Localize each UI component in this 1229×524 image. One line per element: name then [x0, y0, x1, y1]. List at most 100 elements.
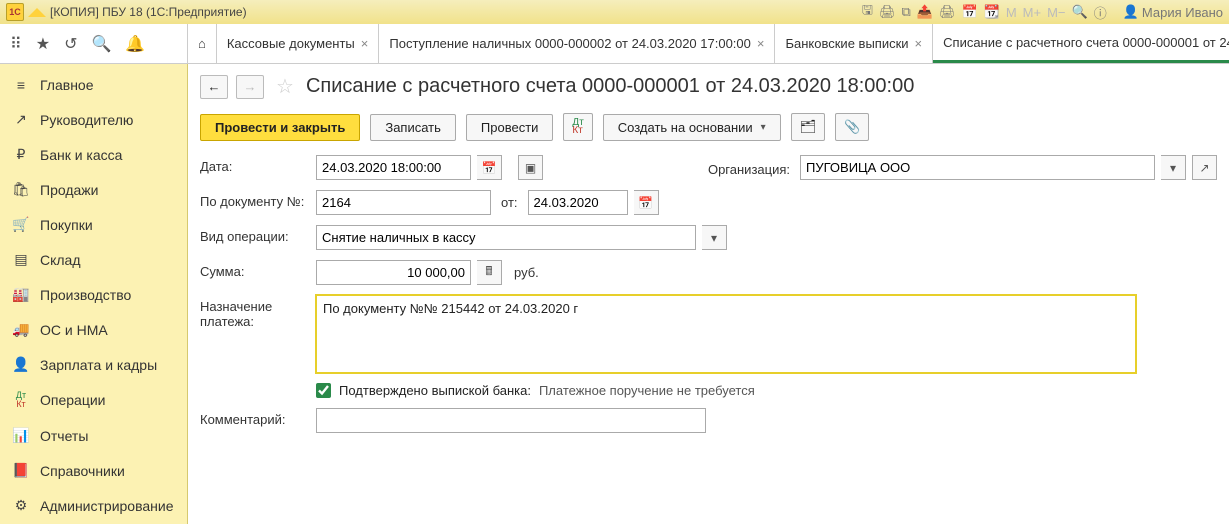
currency-label: руб. [508, 265, 539, 280]
tab-label: Списание с расчетного счета 0000-000001 … [943, 35, 1229, 50]
app-logo-icon: 1C [6, 3, 24, 21]
post-button[interactable]: Провести [466, 114, 554, 141]
purpose-textarea[interactable]: По документу №№ 215442 от 24.03.2020 г [316, 295, 1136, 373]
confirmed-checkbox[interactable] [316, 383, 331, 398]
app-expand-icon[interactable] [28, 8, 46, 17]
sidebar-item-operations[interactable]: ДтКтОперации [0, 382, 187, 418]
tab-home[interactable]: ⌂ [188, 24, 217, 63]
amount-field[interactable] [316, 260, 471, 285]
print-icon[interactable]: 🖨 [879, 4, 896, 20]
history-icon[interactable]: ↺ [64, 34, 77, 54]
related-button[interactable]: 🗂 [791, 113, 826, 141]
page-title: Списание с расчетного счета 0000-000001 … [306, 75, 914, 98]
org-field[interactable] [800, 155, 1155, 180]
org-select-icon[interactable]: ▾ [1161, 155, 1186, 180]
sidebar-item-label: Зарплата и кадры [40, 357, 157, 373]
docnum-label: По документу №: [200, 190, 310, 209]
dtkt-icon: ДтКт [12, 391, 30, 409]
org-open-icon[interactable]: ↗ [1192, 155, 1217, 180]
save-icon[interactable]: 🖫 [862, 1, 873, 23]
tab-bank[interactable]: Банковские выписки × [775, 24, 933, 63]
back-button[interactable]: ← [200, 75, 228, 99]
close-icon[interactable]: × [757, 36, 765, 51]
sidebar-item-manager[interactable]: ↗Руководителю [0, 102, 187, 137]
sidebar-item-label: Склад [40, 252, 81, 268]
mplus-icon[interactable]: M+ [1023, 5, 1041, 20]
calendar-icon[interactable]: 📅 [961, 4, 977, 20]
calendar-picker-icon[interactable]: 📅 [477, 155, 502, 180]
tab-postuplenie[interactable]: Поступление наличных 0000-000002 от 24.0… [379, 24, 775, 63]
apps-icon[interactable]: ⠿ [10, 34, 22, 54]
sidebar-item-salary[interactable]: 👤Зарплата и кадры [0, 347, 187, 382]
bag-icon: 🛍 [12, 181, 30, 198]
sidebar-item-label: Продажи [40, 182, 98, 198]
tab-label: Банковские выписки [785, 36, 908, 51]
toolbar-left-icons: ⠿ ★ ↺ 🔍 🔔 [0, 24, 188, 63]
docnum-field[interactable] [316, 190, 491, 215]
close-icon[interactable]: × [915, 36, 923, 51]
sidebar-item-label: Справочники [40, 463, 125, 479]
sidebar-item-purchases[interactable]: 🛒 Покупки [0, 207, 187, 242]
comment-label: Комментарий: [200, 408, 310, 427]
zoom-icon[interactable]: 🔍 [1072, 4, 1088, 20]
sidebar-item-label: Руководителю [40, 112, 133, 128]
titlebar-actions: 🖫 🖨 ⧉ 📤 🖨 📅 📆 M M+ M− 🔍 ⓘ 👤 Мария Ивано [862, 1, 1223, 23]
tab-label: Поступление наличных 0000-000002 от 24.0… [389, 36, 751, 51]
calendar31-icon[interactable]: 📆 [984, 4, 1000, 20]
dtkt-button[interactable]: ДтКт [563, 113, 592, 141]
home-icon: ⌂ [198, 36, 206, 51]
optype-select-icon[interactable]: ▾ [702, 225, 727, 250]
warehouse-icon: ▤ [12, 251, 30, 268]
export-icon[interactable]: 📤 [917, 4, 933, 20]
user-menu[interactable]: 👤 Мария Ивано [1123, 4, 1223, 20]
forward-button[interactable]: → [236, 75, 264, 99]
document-form: Дата: 📅 ▣ Организация: ▾ ↗ По документу … [200, 155, 1217, 433]
book-icon: 📕 [12, 462, 30, 479]
date-label: Дата: [200, 155, 310, 174]
date-field[interactable] [316, 155, 471, 180]
sidebar-item-production[interactable]: 🏭Производство [0, 277, 187, 312]
date-flag-icon[interactable]: ▣ [518, 155, 543, 180]
post-and-close-button[interactable]: Провести и закрыть [200, 114, 360, 141]
tab-kassa[interactable]: Кассовые документы × [217, 24, 380, 63]
confirmed-label: Подтверждено выпиской банка: [339, 383, 531, 398]
from-calendar-icon[interactable]: 📅 [634, 190, 659, 215]
sidebar-item-ref[interactable]: 📕 Справочники [0, 453, 187, 488]
content: ← → ☆ Списание с расчетного счета 0000-0… [188, 64, 1229, 524]
printer2-icon[interactable]: 🖨 [939, 4, 956, 20]
sidebar-item-label: Производство [40, 287, 131, 303]
compare-icon[interactable]: ⧉ [901, 4, 910, 20]
sidebar: ≡Главное ↗Руководителю ₽Банк и касса 🛍 Пр… [0, 64, 188, 524]
sidebar-item-reports[interactable]: 📊Отчеты [0, 418, 187, 453]
create-based-button[interactable]: Создать на основании [603, 114, 781, 141]
info-icon[interactable]: ⓘ [1094, 3, 1107, 22]
amount-calc-icon[interactable]: 🖩 [477, 260, 502, 285]
sidebar-item-label: Администрирование [40, 498, 174, 514]
write-button[interactable]: Записать [370, 114, 456, 141]
sidebar-item-sales[interactable]: 🛍 Продажи [0, 172, 187, 207]
optype-field[interactable] [316, 225, 696, 250]
sidebar-item-osnma[interactable]: 🚚ОС и НМА [0, 312, 187, 347]
close-icon[interactable]: × [361, 36, 369, 51]
sidebar-item-warehouse[interactable]: ▤ Склад [0, 242, 187, 277]
tabs: ⌂ Кассовые документы × Поступление налич… [188, 24, 1229, 63]
user-name: Мария Ивано [1142, 5, 1223, 20]
action-toolbar: Провести и закрыть Записать Провести ДтК… [200, 113, 1217, 141]
sidebar-item-label: Покупки [40, 217, 93, 233]
favorite-icon[interactable]: ★ [36, 34, 50, 54]
tab-spisanie[interactable]: Списание с расчетного счета 0000-000001 … [933, 24, 1229, 63]
m-icon[interactable]: M [1006, 5, 1017, 20]
bell-icon[interactable]: 🔔 [125, 34, 145, 54]
sidebar-item-admin[interactable]: ⚙Администрирование [0, 488, 187, 523]
titlebar: 1C [КОПИЯ] ПБУ 18 (1С:Предприятие) 🖫 🖨 ⧉… [0, 0, 1229, 24]
favorite-toggle[interactable]: ☆ [276, 74, 294, 99]
from-label: от: [497, 195, 522, 210]
comment-field[interactable] [316, 408, 706, 433]
sidebar-item-main[interactable]: ≡Главное [0, 68, 187, 102]
from-date-field[interactable] [528, 190, 628, 215]
search-icon[interactable]: 🔍 [91, 34, 111, 54]
mminus-icon[interactable]: M− [1047, 5, 1065, 20]
sidebar-item-bank[interactable]: ₽Банк и касса [0, 137, 187, 172]
attach-button[interactable]: 📎 [835, 113, 869, 141]
cart-icon: 🛒 [12, 216, 30, 233]
